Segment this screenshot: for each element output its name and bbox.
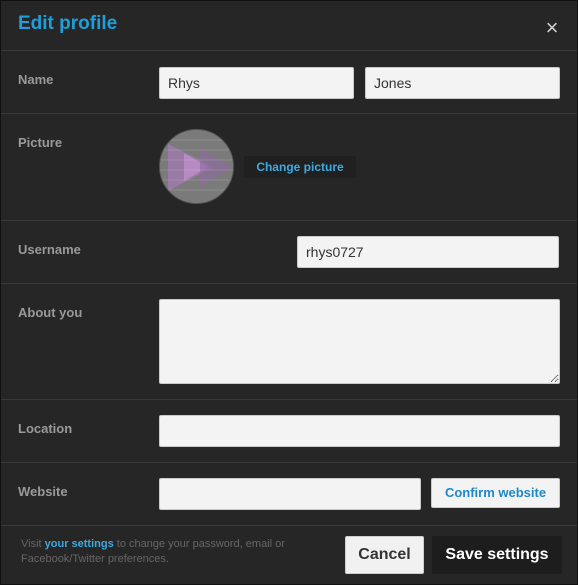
dialog-footer: Visit your settings to change your passw… (1, 526, 577, 584)
website-field[interactable] (159, 478, 421, 510)
confirm-website-button[interactable]: Confirm website (431, 478, 560, 508)
save-settings-button[interactable]: Save settings (432, 536, 562, 574)
name-row: Name (1, 52, 577, 114)
last-name-field[interactable] (365, 67, 560, 99)
website-row: Website Confirm website (1, 464, 577, 526)
location-label: Location (18, 421, 73, 436)
footer-note: Visit your settings to change your passw… (21, 537, 311, 567)
username-label: Username (18, 242, 81, 257)
about-label: About you (18, 305, 83, 320)
dialog-title: Edit profile (18, 13, 118, 34)
change-picture-button[interactable]: Change picture (244, 156, 356, 178)
close-icon[interactable]: × (541, 17, 563, 39)
picture-label: Picture (18, 135, 63, 150)
edit-profile-dialog: Edit profile × Name Picture Change pictu… (0, 0, 578, 585)
dialog-header: Edit profile × (1, 1, 577, 51)
first-name-field[interactable] (159, 67, 354, 99)
website-label: Website (18, 484, 68, 499)
username-field[interactable] (297, 236, 559, 268)
footer-text-before: Visit (21, 538, 45, 550)
cancel-button[interactable]: Cancel (345, 536, 424, 574)
avatar (159, 129, 234, 204)
location-row: Location (1, 401, 577, 463)
about-field[interactable] (159, 299, 560, 384)
location-field[interactable] (159, 415, 560, 447)
picture-row: Picture Change picture (1, 115, 577, 221)
about-row: About you (1, 285, 577, 400)
name-label: Name (18, 72, 54, 87)
settings-link[interactable]: your settings (45, 538, 114, 550)
username-row: Username (1, 222, 577, 284)
avatar-pattern-icon (160, 130, 233, 203)
